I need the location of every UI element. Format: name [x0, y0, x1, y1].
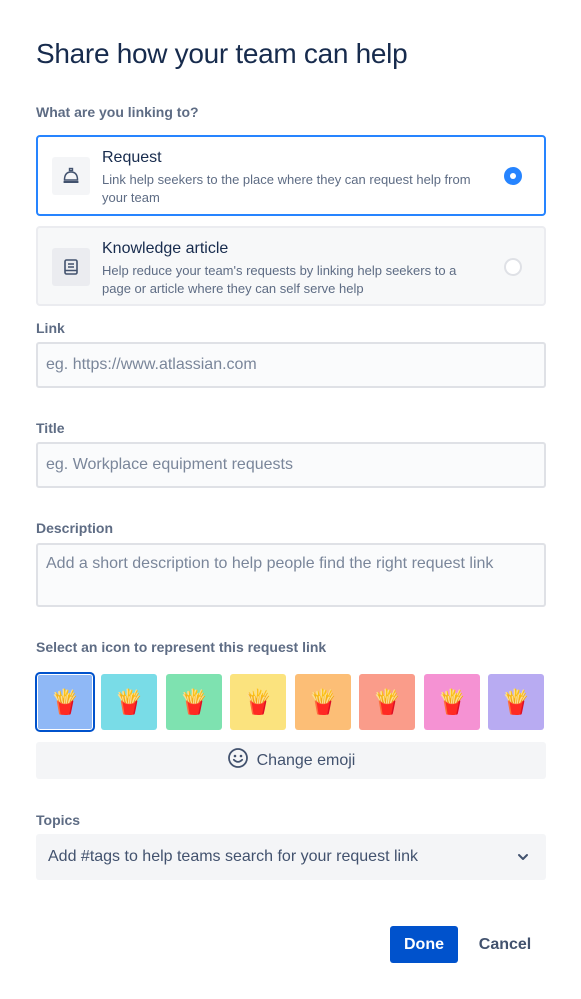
- change-emoji-label: Change emoji: [256, 751, 356, 769]
- option-request[interactable]: Request Link help seekers to the place w…: [36, 135, 546, 216]
- book-icon: [52, 248, 90, 286]
- option-description: Help reduce your team's requests by link…: [102, 263, 457, 296]
- fries-emoji: 🍟: [501, 688, 531, 716]
- icon-picker-label: Select an icon to represent this request…: [36, 639, 327, 655]
- option-title: Request: [102, 149, 162, 166]
- chevron-down-icon: [516, 850, 530, 869]
- fries-emoji: 🍟: [243, 688, 273, 716]
- description-textarea[interactable]: Add a short description to help people f…: [36, 543, 546, 607]
- icon-swatch-purple[interactable]: 🍟: [488, 674, 544, 730]
- icon-swatch-pink[interactable]: 🍟: [424, 674, 480, 730]
- fries-emoji: 🍟: [179, 688, 209, 716]
- fries-emoji: 🍟: [50, 688, 80, 716]
- icon-swatch-blue[interactable]: 🍟: [35, 672, 95, 732]
- smiley-icon: [227, 747, 249, 774]
- topics-select[interactable]: Add #tags to help teams search for your …: [36, 834, 546, 880]
- cancel-button[interactable]: Cancel: [468, 926, 542, 963]
- done-button[interactable]: Done: [390, 926, 458, 963]
- knowledge-article-radio[interactable]: [504, 258, 522, 276]
- fries-emoji: 🍟: [372, 688, 402, 716]
- option-title: Knowledge article: [102, 240, 229, 257]
- link-input[interactable]: eg. https://www.atlassian.com: [36, 342, 546, 388]
- title-label: Title: [36, 420, 65, 436]
- request-radio[interactable]: [504, 167, 522, 185]
- option-knowledge-article[interactable]: Knowledge article Help reduce your team'…: [36, 226, 546, 306]
- icon-swatch-red[interactable]: 🍟: [359, 674, 415, 730]
- link-type-label: What are you linking to?: [36, 104, 199, 120]
- description-label: Description: [36, 520, 114, 536]
- icon-swatch-yellow[interactable]: 🍟: [230, 674, 286, 730]
- link-label: Link: [36, 320, 65, 336]
- title-input[interactable]: eg. Workplace equipment requests: [36, 442, 546, 488]
- topics-label: Topics: [36, 812, 81, 828]
- topics-placeholder: Add #tags to help teams search for your …: [48, 848, 418, 865]
- dialog-title: Share how your team can help: [36, 38, 408, 69]
- fries-emoji: 🍟: [308, 688, 338, 716]
- service-bell-icon: [52, 157, 90, 195]
- change-emoji-button[interactable]: Change emoji: [36, 742, 546, 779]
- icon-swatch-orange[interactable]: 🍟: [295, 674, 351, 730]
- fries-emoji: 🍟: [437, 688, 467, 716]
- fries-emoji: 🍟: [114, 688, 144, 716]
- icon-swatch-green[interactable]: 🍟: [166, 674, 222, 730]
- option-description: Link help seekers to the place where the…: [102, 172, 471, 205]
- icon-swatch-teal[interactable]: 🍟: [101, 674, 157, 730]
